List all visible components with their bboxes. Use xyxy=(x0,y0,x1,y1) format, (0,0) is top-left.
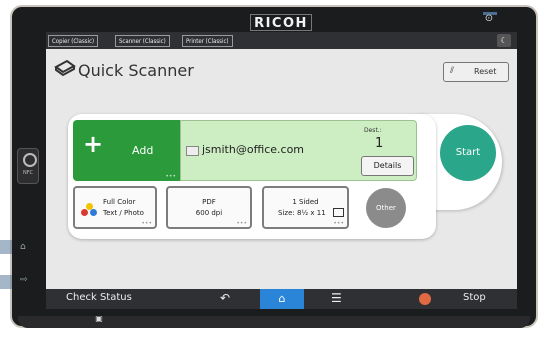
home-icon[interactable]: ⌂ xyxy=(260,289,304,309)
more-dots: ••• xyxy=(236,220,247,227)
check-status-button[interactable]: Check Status xyxy=(66,292,132,303)
more-dots: ••• xyxy=(333,220,344,227)
add-destination-button[interactable]: + Add ••• xyxy=(73,120,180,181)
reset-label: Reset xyxy=(474,67,497,76)
scan-type-label: Text / Photo xyxy=(103,209,144,217)
size-label: Size: 8½ x 11 xyxy=(278,209,326,217)
other-settings-button[interactable]: Other xyxy=(366,188,406,228)
usb-icon: ▣ xyxy=(95,314,103,323)
login-icon[interactable]: ⇨ xyxy=(20,275,28,285)
nfc-reader: NFC xyxy=(17,148,39,184)
tab-printer-classic[interactable]: Printer (Classic) xyxy=(182,35,233,47)
color-dots-icon xyxy=(81,203,99,217)
nfc-label: NFC xyxy=(22,170,34,176)
tab-copier-classic[interactable]: Copier (Classic) xyxy=(48,35,99,47)
format-label: PDF xyxy=(202,198,216,206)
menu-icon[interactable]: ☰ xyxy=(331,291,342,305)
color-mode-label: Full Color xyxy=(103,198,136,206)
plus-icon: + xyxy=(83,130,104,158)
brand-logo: RICOH xyxy=(250,14,312,31)
file-format-button[interactable]: PDF 600 dpi ••• xyxy=(166,186,252,229)
mail-icon xyxy=(186,146,199,156)
bezel-side-mark xyxy=(0,240,12,254)
dest-count: 1 xyxy=(375,136,384,151)
stop-icon[interactable] xyxy=(419,293,431,305)
start-button[interactable]: Start xyxy=(440,125,496,181)
destination-email: jsmith@office.com xyxy=(202,143,305,156)
touch-screen: Copier (Classic) Scanner (Classic) Print… xyxy=(46,32,517,309)
stop-button[interactable]: Stop xyxy=(463,292,486,303)
page-title: Quick Scanner xyxy=(78,61,194,80)
details-button[interactable]: Details xyxy=(361,156,414,176)
sides-label: 1 Sided xyxy=(292,198,319,206)
dest-label: Dest.: xyxy=(364,127,382,134)
original-sides-button[interactable]: 1 Sided Size: 8½ x 11 ••• xyxy=(262,186,349,229)
color-mode-button[interactable]: Full Color Text / Photo ••• xyxy=(73,186,157,229)
add-label: Add xyxy=(132,144,154,157)
resolution-label: 600 dpi xyxy=(195,209,223,217)
energy-saver-icon[interactable]: ⌂ xyxy=(20,242,26,252)
scanner-icon xyxy=(54,59,76,77)
reset-button[interactable]: ⫽ Reset xyxy=(443,62,509,82)
nfc-icon xyxy=(23,153,37,167)
bezel-side-mark xyxy=(0,275,12,289)
more-dots: ••• xyxy=(165,173,176,180)
tab-scanner-classic[interactable]: Scanner (Classic) xyxy=(115,35,170,47)
page-orientation-icon xyxy=(333,208,344,217)
moon-icon[interactable]: ☾ xyxy=(497,34,511,47)
reset-icon: ⫽ xyxy=(450,66,455,76)
more-dots: ••• xyxy=(141,220,152,227)
back-icon[interactable]: ↶ xyxy=(220,291,230,305)
bottom-bar: Check Status ↶ ⌂ ☰ Stop xyxy=(46,289,517,309)
power-icon[interactable]: ⊙ xyxy=(480,13,498,27)
mode-topbar: Copier (Classic) Scanner (Classic) Print… xyxy=(46,32,517,49)
